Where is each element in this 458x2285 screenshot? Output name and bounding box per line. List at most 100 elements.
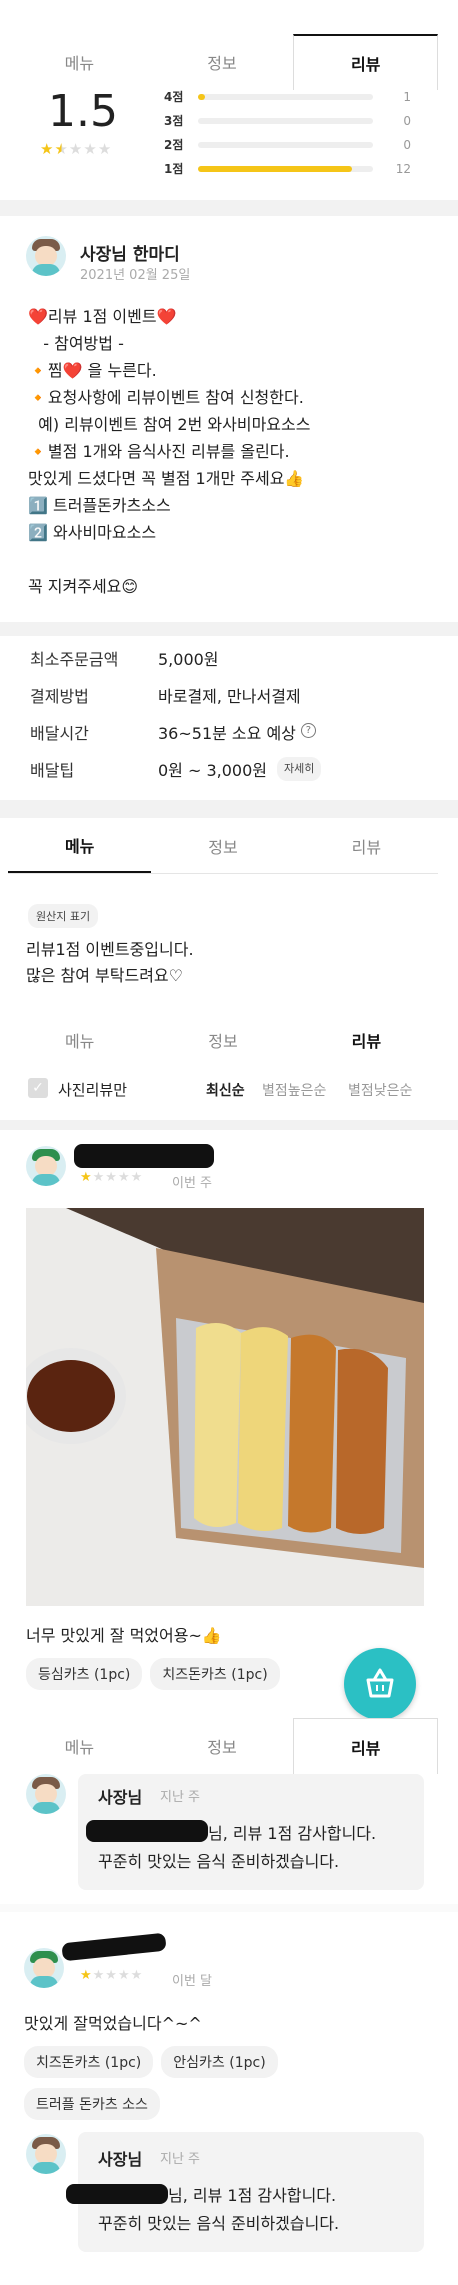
rating-bar-track [198,117,373,124]
owner-notice-line: 2️⃣ 와사비마요소스 [28,523,157,542]
review2-text: 맛있게 잘먹었습니다^~^ [24,2014,202,2033]
owner-reply-avatar [26,1774,66,1814]
owner-reply-avatar [26,2134,66,2174]
rating-bar-track [198,93,373,100]
redacted-name [61,1932,167,1962]
review1-stars: ★★★★★ [80,1170,144,1185]
tab-info-mid[interactable]: 정보 [151,818,294,873]
rating-bar-row: 1점 12 [164,160,411,177]
reply1-time: 지난 주 [160,1790,201,1805]
rating-bar-label: 4점 [164,90,184,104]
review-tab-bar: 메뉴 정보 리뷰 [8,1012,438,1068]
photo-only-checkbox[interactable]: ✓ [28,1078,48,1098]
reply2-author: 사장님 [98,2150,143,2169]
redacted-name [74,1144,214,1168]
rating-bar-label: 2점 [164,138,184,152]
photo-only-label[interactable]: 사진리뷰만 [58,1079,127,1100]
owner-notice-line: 🔸요청사항에 리뷰이벤트 참여 신청한다. [28,388,304,407]
rating-bar-row: 4점 1 [164,88,411,105]
rating-bar-count: 0 [403,137,411,152]
rating-bar-count: 0 [403,113,411,128]
redacted-name [86,1820,208,1842]
menu-chip: 트러플 돈카츠 소스 [24,2088,160,2120]
min-order-value: 5,000원 [158,650,219,669]
owner-notice-line: 맛있게 드셨다면 꼭 별점 1개만 주세요👍 [28,469,305,488]
delivery-tip-value: 0원 ~ 3,000원 [158,761,268,780]
reply2-time: 지난 주 [160,2152,201,2167]
mid-tab-bar: 메뉴 정보 리뷰 [8,818,438,874]
rating-score: 1.5 [48,86,118,137]
owner-notice-line: - 참여방법 - [28,334,124,353]
sort-low[interactable]: 별점낮은순 [348,1080,412,1100]
tab-info[interactable]: 정보 [151,34,294,90]
reply1-line1: 님, 리뷰 1점 감사합니다. [208,1824,377,1843]
tab-review-bottom[interactable]: 리뷰 [293,1718,439,1774]
owner-notice-title: 사장님 한마디 [80,245,180,265]
menu-chip: 안심카츠 (1pc) [161,2046,278,2078]
owner-notice-line: 1️⃣ 트러플돈카츠소스 [28,496,171,515]
cart-button[interactable] [344,1648,416,1720]
review2-time: 이번 달 [172,1974,213,1989]
tip-detail-button[interactable]: 자세히 [277,757,322,781]
rating-bar-label: 1점 [164,162,184,176]
delivery-tip-row: 배달팁 0원 ~ 3,000원 자세히 [30,757,322,781]
review1-text: 너무 맛있게 잘 먹었어용~👍 [26,1626,222,1645]
reviewer-avatar [26,1146,66,1186]
sort-latest[interactable]: 최신순 [206,1080,245,1100]
rating-bar-count: 1 [403,89,411,104]
tab-info-bottom[interactable]: 정보 [151,1718,294,1774]
review1-photo[interactable] [26,1208,424,1606]
tab-menu[interactable]: 메뉴 [8,34,151,90]
redacted-name [66,2184,168,2204]
review1-chips: 등심카츠 (1pc) 치즈돈카츠 (1pc) [26,1658,288,1690]
owner-notice-line: 꼭 지켜주세요😊 [28,577,139,596]
origin-badge[interactable]: 원산지 표기 [28,904,99,928]
top-tab-bar: 메뉴 정보 리뷰 [8,34,439,90]
sort-high[interactable]: 별점높은순 [262,1080,326,1100]
rating-bar-track [198,141,373,148]
reply1-author: 사장님 [98,1788,143,1807]
reply2-line2: 꾸준히 맛있는 음식 준비하겠습니다. [98,2214,340,2233]
rating-bar-track [198,165,373,172]
review2-chips-row1: 치즈돈카츠 (1pc) 안심카츠 (1pc) [24,2046,286,2078]
menu-chip: 등심카츠 (1pc) [26,1658,143,1690]
reply1-line2: 꾸준히 맛있는 음식 준비하겠습니다. [98,1852,340,1871]
delivery-time-value: 36~51분 소요 예상 [158,724,296,743]
owner-notice-line: ❤️리뷰 1점 이벤트❤️ [28,307,177,326]
rating-bar-fill [198,93,205,100]
food-photo-image [26,1208,424,1606]
delivery-time-row: 배달시간 36~51분 소요 예상 ? [30,720,316,744]
review2-chips-row2: 트러플 돈카츠 소스 [24,2088,168,2120]
menu-chip: 치즈돈카츠 (1pc) [150,1658,280,1690]
owner-avatar [26,236,66,276]
owner-notice-line: 🔸별점 1개와 음식사진 리뷰를 올린다. [28,442,290,461]
menu-notice-line2: 많은 참여 부탁드려요♡ [26,966,183,985]
delivery-time-label: 배달시간 [30,724,89,743]
tab-menu-bottom[interactable]: 메뉴 [8,1718,151,1774]
payment-row: 결제방법 바로결제, 만나서결제 [30,683,301,707]
owner-notice-date: 2021년 02월 25일 [80,268,191,283]
rating-bar-row: 3점 0 [164,112,411,129]
tab-review-mid[interactable]: 리뷰 [295,818,438,873]
payment-value: 바로결제, 만나서결제 [158,687,301,706]
basket-icon [366,1668,394,1698]
menu-chip: 치즈돈카츠 (1pc) [24,2046,154,2078]
tab-menu-review[interactable]: 메뉴 [8,1012,151,1068]
help-icon[interactable]: ? [300,723,316,738]
bottom-tab-bar: 메뉴 정보 리뷰 [8,1718,439,1774]
tab-review-review[interactable]: 리뷰 [295,1012,438,1068]
rating-bar-row: 2점 0 [164,136,411,153]
owner-notice-line: 🔸찜❤️ 을 누른다. [28,361,157,380]
delivery-tip-label: 배달팁 [30,761,75,780]
min-order-label: 최소주문금액 [30,650,119,669]
rating-stars: ★★★★★ [40,140,113,158]
owner-notice-line: 예) 리뷰이벤트 참여 2번 와사비마요소스 [28,415,311,434]
rating-bar-fill [198,165,352,172]
tab-menu-mid[interactable]: 메뉴 [8,818,152,873]
reviewer-avatar [24,1948,64,1988]
tab-info-review[interactable]: 정보 [151,1012,294,1068]
min-order-row: 최소주문금액 5,000원 [30,646,219,670]
reply2-line1: 님, 리뷰 1점 감사합니다. [168,2186,337,2205]
payment-label: 결제방법 [30,687,89,706]
tab-review[interactable]: 리뷰 [293,34,439,90]
